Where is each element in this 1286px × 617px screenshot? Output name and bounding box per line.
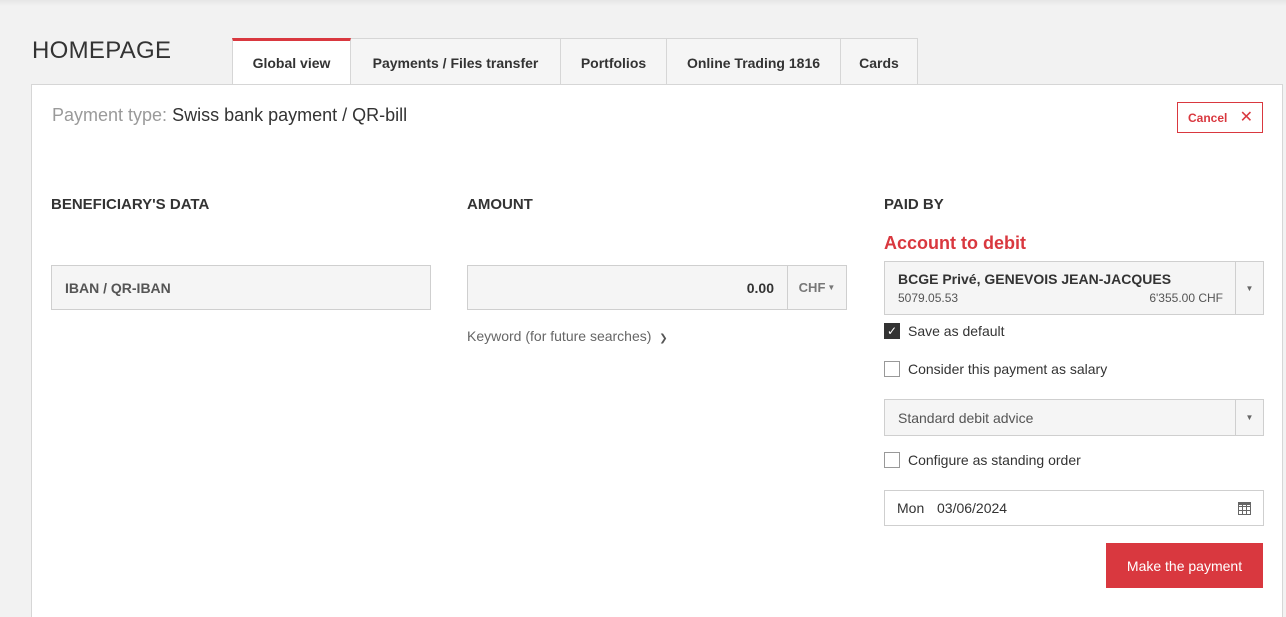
close-icon: ✕ bbox=[1239, 108, 1253, 126]
make-payment-button[interactable]: Make the payment bbox=[1106, 543, 1263, 588]
page-title: HOMEPAGE bbox=[32, 37, 172, 64]
amount-heading: AMOUNT bbox=[467, 196, 533, 213]
debit-advice-select[interactable]: Standard debit advice ▼ bbox=[884, 399, 1264, 436]
caret-down-icon[interactable]: ▼ bbox=[1235, 400, 1263, 435]
date-day: Mon bbox=[897, 500, 925, 516]
calendar-icon[interactable] bbox=[1238, 502, 1251, 515]
iban-field-container bbox=[51, 265, 431, 310]
amount-input[interactable] bbox=[468, 266, 787, 309]
account-to-debit-title: Account to debit bbox=[884, 233, 1026, 253]
currency-select[interactable]: CHF ▼ bbox=[787, 266, 846, 309]
date-value: 03/06/2024 bbox=[937, 500, 1008, 516]
standing-order-row: Configure as standing order bbox=[884, 452, 1081, 468]
account-balance: 6'355.00 CHF bbox=[1149, 291, 1223, 305]
currency-value: CHF bbox=[798, 280, 826, 295]
keyword-toggle[interactable]: Keyword (for future searches) ❯ bbox=[467, 328, 668, 344]
account-name: BCGE Privé, GENEVOIS JEAN-JACQUES bbox=[898, 271, 1172, 287]
chevron-down-icon: ❯ bbox=[659, 333, 668, 344]
top-shadow bbox=[0, 0, 1286, 6]
payment-type-value: Swiss bank payment / QR-bill bbox=[172, 105, 408, 125]
iban-input[interactable] bbox=[52, 266, 430, 309]
standing-order-checkbox[interactable] bbox=[884, 452, 900, 468]
payment-type: Payment type: Swiss bank payment / QR-bi… bbox=[52, 105, 407, 126]
keyword-label: Keyword (for future searches) bbox=[467, 328, 652, 344]
tab-cards[interactable]: Cards bbox=[841, 38, 918, 85]
paid-by-heading: PAID BY bbox=[884, 196, 944, 213]
tab-payments-files-transfer[interactable]: Payments / Files transfer bbox=[351, 38, 561, 85]
standing-order-label: Configure as standing order bbox=[908, 452, 1081, 468]
save-default-row: ✓ Save as default bbox=[884, 323, 1005, 339]
tab-portfolios[interactable]: Portfolios bbox=[561, 38, 667, 85]
debit-advice-value: Standard debit advice bbox=[898, 410, 1034, 426]
caret-down-icon: ▼ bbox=[827, 283, 836, 292]
save-default-checkbox[interactable]: ✓ bbox=[884, 323, 900, 339]
caret-down-icon[interactable]: ▼ bbox=[1235, 262, 1263, 314]
tab-bar: Global view Payments / Files transfer Po… bbox=[232, 38, 918, 85]
execution-date-field[interactable]: Mon 03/06/2024 bbox=[884, 490, 1264, 526]
tab-online-trading[interactable]: Online Trading 1816 bbox=[667, 38, 841, 85]
account-number: 5079.05.53 bbox=[898, 291, 959, 305]
payment-panel: Payment type: Swiss bank payment / QR-bi… bbox=[31, 84, 1283, 617]
cancel-label: Cancel bbox=[1188, 110, 1228, 125]
salary-checkbox[interactable] bbox=[884, 361, 900, 377]
amount-field-container: CHF ▼ bbox=[467, 265, 847, 310]
beneficiary-heading: BENEFICIARY'S DATA bbox=[51, 196, 210, 213]
account-select[interactable]: BCGE Privé, GENEVOIS JEAN-JACQUES 5079.0… bbox=[884, 261, 1264, 315]
cancel-button[interactable]: Cancel ✕ bbox=[1177, 102, 1263, 133]
salary-row: Consider this payment as salary bbox=[884, 361, 1107, 377]
tab-global-view[interactable]: Global view bbox=[232, 38, 351, 85]
salary-label: Consider this payment as salary bbox=[908, 361, 1108, 377]
payment-type-label: Payment type: bbox=[52, 105, 168, 125]
save-default-label: Save as default bbox=[908, 323, 1005, 339]
